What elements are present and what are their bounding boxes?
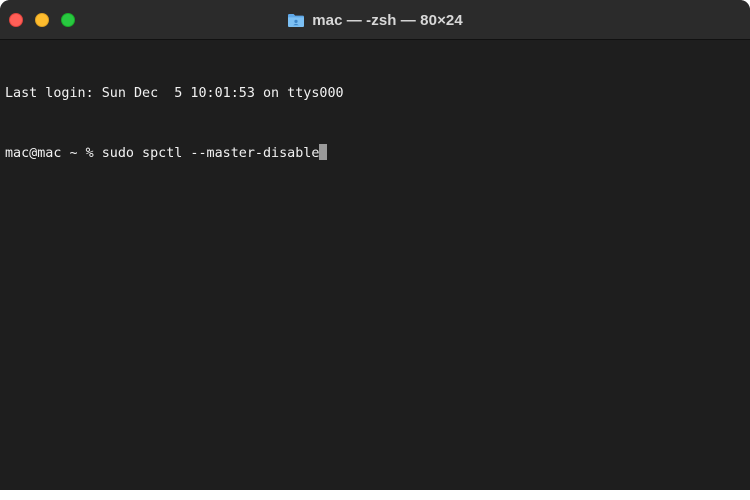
- minimize-button[interactable]: [35, 13, 49, 27]
- folder-icon: [288, 14, 305, 27]
- terminal-output[interactable]: Last login: Sun Dec 5 10:01:53 on ttys00…: [0, 40, 750, 490]
- last-login-line: Last login: Sun Dec 5 10:01:53 on ttys00…: [5, 86, 344, 101]
- title-bar[interactable]: mac — -zsh — 80×24: [0, 0, 750, 40]
- terminal-window: mac — -zsh — 80×24 Last login: Sun Dec 5…: [0, 0, 750, 490]
- text-cursor: [319, 144, 328, 160]
- window-title: mac — -zsh — 80×24: [312, 11, 463, 29]
- zoom-button[interactable]: [61, 13, 75, 27]
- command-line[interactable]: mac@mac ~ % sudo spctl --master-disable: [5, 144, 745, 164]
- command-text[interactable]: sudo spctl --master-disable: [102, 146, 320, 161]
- window-title-group: mac — -zsh — 80×24: [287, 12, 463, 29]
- close-button[interactable]: [9, 13, 23, 27]
- window-title-area: mac — -zsh — 80×24: [0, 0, 750, 40]
- shell-prompt: mac@mac ~ %: [5, 146, 102, 161]
